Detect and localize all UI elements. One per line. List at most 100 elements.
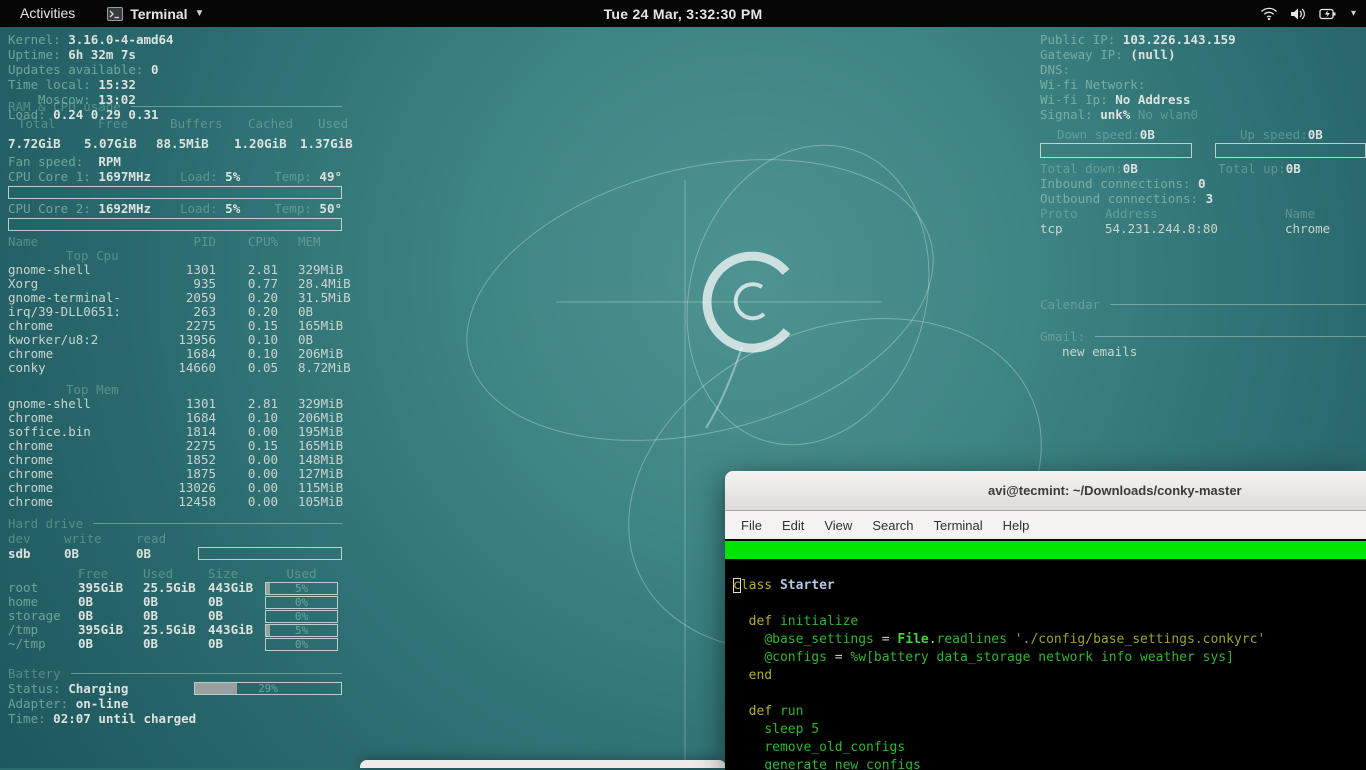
proc-header-cpu: CPU% [216,235,278,249]
updates-value: 0 [151,62,159,77]
process-mem: 329MiB [278,397,343,411]
process-mem: 206MiB [278,411,343,425]
process-mem: 28.4MiB [278,277,351,291]
wifi-ip-label: Wi-fi Ip: [1040,92,1108,107]
top-mem-row: chrome 2275 0.15 165MiB [8,439,342,453]
process-cpu: 0.10 [216,333,278,347]
hard-drive-title: Hard drive [8,516,83,531]
process-pid: 12458 [158,495,216,509]
mem-header-buffers: Buffers [156,116,234,131]
code-line: remove_old_configs [733,739,1366,757]
ram-cpu-overlap-block: Moscow: 13:02 RAM & CPU usage Load: 0.24… [8,92,342,136]
download-graph [1040,143,1192,158]
cpu-core1-line: CPU Core 1: 1697MHz Load: 5% Temp: 49° [8,169,342,184]
fs-name: root [8,581,78,595]
cpu2-frequency: 1692MHz [98,201,151,216]
cpu1-load-value: 5% [225,169,240,184]
menu-item[interactable]: Edit [772,514,814,537]
menu-item[interactable]: View [814,514,862,537]
clock-button[interactable]: Tue 24 Mar, 3:32:30 PM [604,6,763,22]
activities-button[interactable]: Activities [0,0,95,27]
fan-label: Fan speed: [8,154,83,169]
system-status-area[interactable]: ▾ [1260,0,1356,27]
process-mem: 148MiB [278,453,343,467]
cpu2-temp-label: Temp: [274,201,312,216]
menu-item[interactable]: File [731,514,772,537]
signal-label: Signal: [1040,107,1093,122]
top-cpu-title: Top Cpu [8,249,342,263]
process-mem: 0B [278,333,342,347]
mem-used-value: 1.37GiB [300,136,353,151]
total-down-value: 0B [1123,161,1138,176]
top-cpu-table: gnome-shell 1301 2.81 329MiB Xorg 935 0.… [8,263,342,375]
volume-icon [1290,7,1307,21]
gateway-label: Gateway IP: [1040,47,1123,62]
cpu1-temp-value: 49° [319,169,342,184]
proc-header-name: Name [8,235,158,249]
down-speed-label: Down speed: [1057,127,1140,142]
filesystem-headers: Free Used Size Used [8,567,342,581]
top-cpu-row: gnome-terminal- 2059 0.20 31.5MiB [8,291,342,305]
fs-used: 0B [143,595,208,609]
fs-name: storage [8,609,78,623]
upload-graph [1215,143,1366,158]
fs-usage-bar: 0% [265,638,338,651]
fs-header-size: Size [208,567,265,581]
process-mem: 206MiB [278,347,343,361]
battery-status-line: Status: Charging 29% [8,681,342,696]
menu-item[interactable]: Search [862,514,923,537]
fs-size: 443GiB [208,623,265,637]
terminal-icon [107,7,123,21]
process-name: chrome [8,495,158,509]
calendar-header: Calendar [1040,297,1366,312]
total-up-label: Total up: [1218,161,1286,176]
top-mem-row: chrome 1852 0.00 148MiB [8,453,342,467]
outbound-value: 3 [1206,191,1214,206]
mem-total-value: 7.72GiB [8,136,84,151]
process-cpu: 0.15 [216,319,278,333]
process-pid: 13956 [158,333,216,347]
top-cpu-row: kworker/u8:2 13956 0.10 0B [8,333,342,347]
process-pid: 1301 [158,397,216,411]
terminal-menubar: File Edit View Search Terminal Help [725,511,1366,539]
app-menu-terminal[interactable]: Terminal ▼ [95,0,216,27]
nano-titlebar: GNU nano 2.2.6 File: starter.rb [725,541,1366,559]
fs-size: 0B [208,595,265,609]
wifi-ip-line: Wi-fi Ip: No Address [1040,92,1366,107]
proc-header-pid: PID [158,235,216,249]
chevron-down-icon: ▼ [195,8,205,19]
mem-header-total: Total [8,116,84,131]
conn-address: 54.231.244.8:80 [1105,221,1285,236]
cpu2-temp-value: 50° [319,201,342,216]
fs-used: 0B [143,637,208,651]
mem-cached-value: 1.20GiB [234,136,300,151]
wifi-icon [1260,7,1278,21]
total-down-label: Total down: [1040,161,1123,176]
divider [1110,304,1366,305]
process-cpu: 0.77 [216,277,278,291]
process-pid: 263 [158,305,216,319]
process-pid: 1301 [158,263,216,277]
conky-system-panel: Kernel: 3.16.0-4-amd64 Uptime: 6h 32m 7s… [8,32,342,726]
process-cpu: 0.00 [216,453,278,467]
uptime-value: 6h 32m 7s [68,47,136,62]
code-line: @configs = %w[battery data_storage netwo… [733,649,1366,667]
process-mem: 329MiB [278,263,343,277]
process-name: gnome-shell [8,397,158,411]
process-mem: 195MiB [278,425,343,439]
fs-row-home: home 0B 0B 0B 0% [8,595,342,609]
top-cpu-row: Xorg 935 0.77 28.4MiB [8,277,342,291]
menu-item[interactable]: Help [993,514,1040,537]
fs-used: 25.5GiB [143,581,208,595]
nano-editor[interactable]: GNU nano 2.2.6 File: starter.rb class St… [725,539,1366,770]
signal-extra: No wlan0 [1138,107,1198,122]
divider [93,523,342,524]
mem-header-used: Used [300,116,348,131]
terminal-titlebar[interactable]: avi@tecmint: ~/Downloads/conky-master [725,471,1366,511]
menu-item[interactable]: Terminal [924,514,993,537]
fs-used: 0B [143,609,208,623]
process-cpu: 2.81 [216,397,278,411]
background-window-edge[interactable] [360,760,726,768]
process-pid: 2275 [158,439,216,453]
process-cpu: 0.00 [216,481,278,495]
